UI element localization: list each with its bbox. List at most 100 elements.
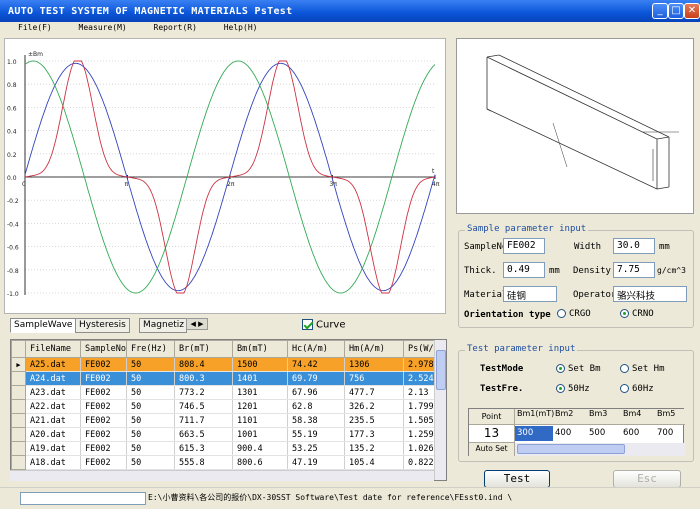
table-cell: 177.3 xyxy=(344,427,404,442)
table-row[interactable]: A22.dat FE002 50 746.5 1201 62.8 326.2 1.799 xyxy=(11,399,444,414)
table-cell: 50 xyxy=(126,399,175,414)
col-fre[interactable]: Fre(Hz) xyxy=(126,340,175,358)
density-unit: g/cm^3 xyxy=(657,266,686,275)
table-vertical-scrollbar[interactable] xyxy=(434,340,446,480)
esc-button[interactable]: Esc xyxy=(613,470,681,488)
table-cell: 1401 xyxy=(232,371,288,386)
bm5-value[interactable]: 700 xyxy=(655,425,683,442)
menu-help[interactable]: Help(H) xyxy=(224,23,258,32)
checkbox-checked-icon xyxy=(302,319,313,330)
bm3-value[interactable]: 500 xyxy=(587,425,621,442)
col-br[interactable]: Br(mT) xyxy=(174,340,233,358)
table-cell: 746.5 xyxy=(174,399,233,414)
col-hm[interactable]: Hm(A/m) xyxy=(344,340,404,358)
menu-report[interactable]: Report(R) xyxy=(154,23,197,32)
scroll-thumb[interactable] xyxy=(436,350,446,390)
results-grid: FileName SampleNo Fre(Hz) Br(mT) Bm(mT) … xyxy=(11,340,444,470)
sampleno-field[interactable]: FE002 xyxy=(503,238,545,254)
bm4-header: Bm4 xyxy=(623,409,642,418)
row-indicator[interactable] xyxy=(11,427,26,442)
sample-parameter-legend: Sample parameter input xyxy=(465,224,589,234)
table-cell: 756 xyxy=(344,371,404,386)
table-cell: 800.6 xyxy=(232,455,288,470)
tab-hysteresis[interactable]: Hysteresis xyxy=(75,318,130,333)
bm1-value[interactable]: 300 xyxy=(515,426,553,441)
row-indicator[interactable] xyxy=(11,413,26,428)
fre-50hz-radio[interactable]: 50Hz xyxy=(556,384,590,394)
radio-icon xyxy=(620,364,629,373)
table-cell: 555.8 xyxy=(174,455,233,470)
row-indicator[interactable]: ▶ xyxy=(11,357,26,372)
operator-field[interactable]: 骆兴科技 xyxy=(613,286,687,302)
table-cell: 53.25 xyxy=(287,441,345,456)
table-row[interactable]: A20.dat FE002 50 663.5 1001 55.19 177.3 1.259 xyxy=(11,427,444,442)
grid-horizontal-scrollbar[interactable] xyxy=(515,443,685,456)
table-row[interactable]: A24.dat FE002 50 800.3 1401 69.79 756 2.524 xyxy=(11,371,444,386)
y-tick-label: -0.8 xyxy=(7,268,19,275)
table-cell: 50 xyxy=(126,427,175,442)
autoset-button[interactable]: Auto Set xyxy=(469,442,515,456)
orient-crno-label: CRNO xyxy=(632,309,654,319)
table-row[interactable]: A18.dat FE002 50 555.8 800.6 47.19 105.4 0.822 xyxy=(11,455,444,470)
col-sampleno[interactable]: SampleNo xyxy=(80,340,127,358)
row-indicator[interactable] xyxy=(11,371,26,386)
orient-crgo-radio[interactable]: CRGO xyxy=(557,309,591,319)
row-indicator[interactable] xyxy=(11,399,26,414)
tab-magnetiz[interactable]: Magnetiz xyxy=(139,318,187,333)
minimize-button[interactable]: _ xyxy=(652,3,668,19)
bm5-header: Bm5 xyxy=(657,409,676,418)
row-indicator[interactable] xyxy=(11,441,26,456)
bm4-value[interactable]: 600 xyxy=(621,425,655,442)
table-cell: 58.38 xyxy=(287,413,345,428)
mode-sethm-radio[interactable]: Set Hm xyxy=(620,364,665,374)
table-row[interactable]: ▶ A25.dat FE002 50 808.4 1500 74.42 1306 2.978 xyxy=(11,357,444,372)
menu-measure[interactable]: Measure(M) xyxy=(79,23,127,32)
density-field[interactable]: 7.75 xyxy=(613,262,655,278)
table-cell: 50 xyxy=(126,455,175,470)
close-button[interactable]: ✕ xyxy=(684,3,700,19)
table-cell: 808.4 xyxy=(174,357,233,372)
table-row[interactable]: A21.dat FE002 50 711.7 1101 58.38 235.5 1.505 xyxy=(11,413,444,428)
table-cell: 50 xyxy=(126,357,175,372)
sampleno-label: SampleNo xyxy=(464,242,508,252)
test-button[interactable]: Test xyxy=(484,470,550,488)
orient-crgo-label: CRGO xyxy=(569,309,591,319)
menu-file[interactable]: File(F) xyxy=(18,23,52,32)
maximize-button[interactable]: □ xyxy=(668,3,684,19)
table-cell: 50 xyxy=(126,441,175,456)
col-hc[interactable]: Hc(A/m) xyxy=(287,340,345,358)
table-cell: 67.96 xyxy=(287,385,345,400)
thick-field[interactable]: 0.49 xyxy=(503,262,545,278)
table-cell: A20.dat xyxy=(25,427,81,442)
table-cell: 105.4 xyxy=(344,455,404,470)
table-cell: 69.79 xyxy=(287,371,345,386)
material-field[interactable]: 硅钢 xyxy=(503,286,557,302)
row-indicator[interactable] xyxy=(11,455,26,470)
orient-crno-radio[interactable]: CRNO xyxy=(620,309,654,319)
table-row[interactable]: A19.dat FE002 50 615.3 900.4 53.25 135.2 1.026 xyxy=(11,441,444,456)
curve-checkbox[interactable]: Curve xyxy=(302,319,346,331)
y-tick-label: -0.4 xyxy=(7,221,19,228)
table-row[interactable]: A23.dat FE002 50 773.2 1301 67.96 477.7 2.13 xyxy=(11,385,444,400)
fre-60hz-radio[interactable]: 60Hz xyxy=(620,384,654,394)
bm2-value[interactable]: 400 xyxy=(553,425,587,442)
width-label: Width xyxy=(574,242,602,252)
row-indicator[interactable] xyxy=(11,385,26,400)
tab-scroll-arrows[interactable]: ◀ ▶ xyxy=(186,318,208,330)
width-field[interactable]: 30.0 xyxy=(613,238,655,254)
tab-samplewave[interactable]: SampleWave xyxy=(10,318,77,333)
table-horizontal-scrollbar[interactable] xyxy=(10,470,434,481)
table-cell: FE002 xyxy=(80,441,127,456)
col-filename[interactable]: FileName xyxy=(25,340,81,358)
sample-drawing xyxy=(456,38,694,214)
operator-label: Operator xyxy=(573,290,617,300)
point-value[interactable]: 13 xyxy=(469,425,515,442)
table-cell: 800.3 xyxy=(174,371,233,386)
table-cell: A22.dat xyxy=(25,399,81,414)
grid-scroll-thumb[interactable] xyxy=(517,444,625,454)
table-cell: FE002 xyxy=(80,413,127,428)
status-input[interactable] xyxy=(20,492,146,505)
col-bm[interactable]: Bm(mT) xyxy=(232,340,288,358)
radio-icon xyxy=(620,384,629,393)
mode-setbm-radio[interactable]: Set Bm xyxy=(556,364,601,374)
